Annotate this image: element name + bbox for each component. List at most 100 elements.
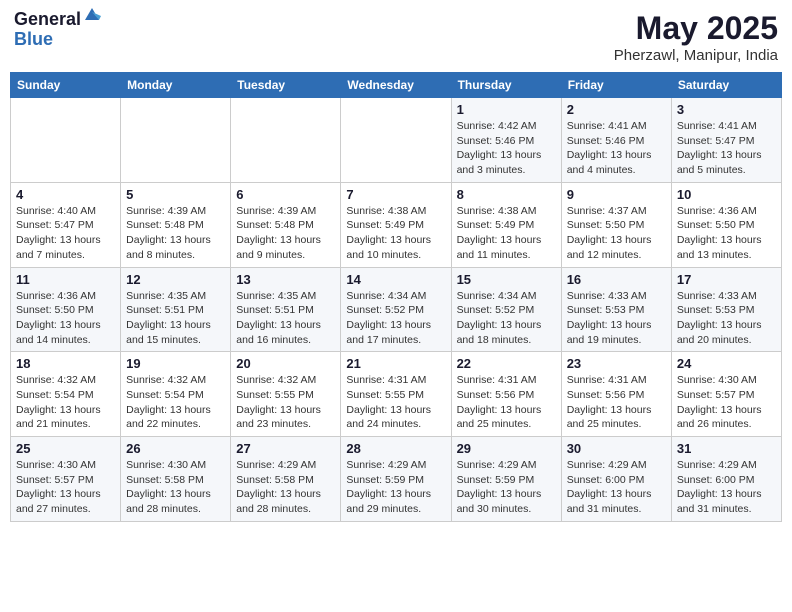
calendar-cell: 15Sunrise: 4:34 AMSunset: 5:52 PMDayligh… (451, 267, 561, 352)
calendar-cell: 24 Sunrise: 4:30 AMSunset: 5:57 PMDayligh… (671, 352, 781, 437)
calendar-cell: 27Sunrise: 4:29 AMSunset: 5:58 PMDayligh… (231, 437, 341, 522)
day-number: 31 (677, 441, 776, 456)
day-info: Sunrise: 4:36 AMSunset: 5:50 PMDaylight:… (16, 289, 115, 348)
calendar-cell: 9Sunrise: 4:37 AMSunset: 5:50 PMDaylight… (561, 182, 671, 267)
day-number: 22 (457, 356, 556, 371)
day-info: Sunrise: 4:38 AMSunset: 5:49 PMDaylight:… (457, 204, 556, 263)
location-title: Pherzawl, Manipur, India (614, 47, 778, 64)
calendar-cell: 20 Sunrise: 4:32 AMSunset: 5:55 PMDayligh… (231, 352, 341, 437)
title-block: May 2025 Pherzawl, Manipur, India (614, 10, 778, 64)
logo-icon (83, 6, 101, 24)
calendar-cell (231, 98, 341, 183)
day-number: 13 (236, 272, 335, 287)
day-number: 4 (16, 187, 115, 202)
day-number: 10 (677, 187, 776, 202)
day-info: Sunrise: 4:33 AMSunset: 5:53 PMDaylight:… (567, 289, 666, 348)
day-info: Sunrise: 4:29 AMSunset: 5:58 PMDaylight:… (236, 458, 335, 517)
calendar-cell: 21Sunrise: 4:31 AMSunset: 5:55 PMDayligh… (341, 352, 451, 437)
day-info: Sunrise: 4:35 AMSunset: 5:51 PMDaylight:… (236, 289, 335, 348)
day-number: 25 (16, 441, 115, 456)
day-info: Sunrise: 4:31 AMSunset: 5:56 PMDaylight:… (567, 373, 666, 432)
weekday-header-tuesday: Tuesday (231, 73, 341, 98)
day-number: 3 (677, 102, 776, 117)
day-info: Sunrise: 4:34 AMSunset: 5:52 PMDaylight:… (346, 289, 445, 348)
weekday-header-row: SundayMondayTuesdayWednesdayThursdayFrid… (11, 73, 782, 98)
calendar-cell: 8 Sunrise: 4:38 AMSunset: 5:49 PMDaylight… (451, 182, 561, 267)
day-info: Sunrise: 4:36 AMSunset: 5:50 PMDaylight:… (677, 204, 776, 263)
day-number: 18 (16, 356, 115, 371)
day-info: Sunrise: 4:32 AMSunset: 5:54 PMDaylight:… (126, 373, 225, 432)
calendar-cell: 19 Sunrise: 4:32 AMSunset: 5:54 PMDayligh… (121, 352, 231, 437)
day-info: Sunrise: 4:29 AMSunset: 6:00 PMDaylight:… (677, 458, 776, 517)
calendar-cell: 16 Sunrise: 4:33 AMSunset: 5:53 PMDayligh… (561, 267, 671, 352)
month-title: May 2025 (614, 10, 778, 47)
day-number: 23 (567, 356, 666, 371)
calendar-table: SundayMondayTuesdayWednesdayThursdayFrid… (10, 72, 782, 522)
day-number: 9 (567, 187, 666, 202)
calendar-cell: 6Sunrise: 4:39 AMSunset: 5:48 PMDaylight… (231, 182, 341, 267)
calendar-cell: 22Sunrise: 4:31 AMSunset: 5:56 PMDayligh… (451, 352, 561, 437)
day-info: Sunrise: 4:35 AMSunset: 5:51 PMDaylight:… (126, 289, 225, 348)
day-info: Sunrise: 4:39 AMSunset: 5:48 PMDaylight:… (126, 204, 225, 263)
day-number: 16 (567, 272, 666, 287)
calendar-cell (121, 98, 231, 183)
weekday-header-thursday: Thursday (451, 73, 561, 98)
calendar-cell: 2 Sunrise: 4:41 AMSunset: 5:46 PMDaylight… (561, 98, 671, 183)
day-number: 1 (457, 102, 556, 117)
day-number: 17 (677, 272, 776, 287)
day-number: 7 (346, 187, 445, 202)
day-number: 28 (346, 441, 445, 456)
calendar-cell (341, 98, 451, 183)
weekday-header-saturday: Saturday (671, 73, 781, 98)
weekday-header-wednesday: Wednesday (341, 73, 451, 98)
calendar-cell: 18 Sunrise: 4:32 AMSunset: 5:54 PMDayligh… (11, 352, 121, 437)
day-info: Sunrise: 4:42 AMSunset: 5:46 PMDaylight:… (457, 119, 556, 178)
day-number: 11 (16, 272, 115, 287)
calendar-cell: 25 Sunrise: 4:30 AMSunset: 5:57 PMDayligh… (11, 437, 121, 522)
calendar-cell: 31 Sunrise: 4:29 AMSunset: 6:00 PMDayligh… (671, 437, 781, 522)
day-info: Sunrise: 4:30 AMSunset: 5:57 PMDaylight:… (677, 373, 776, 432)
page-header: General Blue May 2025 Pherzawl, Manipur,… (10, 10, 782, 64)
day-info: Sunrise: 4:32 AMSunset: 5:54 PMDaylight:… (16, 373, 115, 432)
calendar-cell: 1 Sunrise: 4:42 AMSunset: 5:46 PMDaylight… (451, 98, 561, 183)
day-number: 12 (126, 272, 225, 287)
calendar-cell: 3Sunrise: 4:41 AMSunset: 5:47 PMDaylight… (671, 98, 781, 183)
weekday-header-sunday: Sunday (11, 73, 121, 98)
day-number: 8 (457, 187, 556, 202)
day-number: 30 (567, 441, 666, 456)
calendar-cell: 29Sunrise: 4:29 AMSunset: 5:59 PMDayligh… (451, 437, 561, 522)
day-number: 29 (457, 441, 556, 456)
calendar-cell: 23 Sunrise: 4:31 AMSunset: 5:56 PMDayligh… (561, 352, 671, 437)
calendar-week-2: 4 Sunrise: 4:40 AMSunset: 5:47 PMDaylight… (11, 182, 782, 267)
calendar-cell: 4 Sunrise: 4:40 AMSunset: 5:47 PMDaylight… (11, 182, 121, 267)
calendar-cell (11, 98, 121, 183)
day-info: Sunrise: 4:29 AMSunset: 6:00 PMDaylight:… (567, 458, 666, 517)
calendar-week-5: 25 Sunrise: 4:30 AMSunset: 5:57 PMDayligh… (11, 437, 782, 522)
calendar-week-1: 1 Sunrise: 4:42 AMSunset: 5:46 PMDaylight… (11, 98, 782, 183)
day-info: Sunrise: 4:39 AMSunset: 5:48 PMDaylight:… (236, 204, 335, 263)
calendar-cell: 11 Sunrise: 4:36 AMSunset: 5:50 PMDayligh… (11, 267, 121, 352)
calendar-cell: 26Sunrise: 4:30 AMSunset: 5:58 PMDayligh… (121, 437, 231, 522)
day-number: 19 (126, 356, 225, 371)
day-info: Sunrise: 4:41 AMSunset: 5:46 PMDaylight:… (567, 119, 666, 178)
day-number: 21 (346, 356, 445, 371)
calendar-cell: 17Sunrise: 4:33 AMSunset: 5:53 PMDayligh… (671, 267, 781, 352)
day-info: Sunrise: 4:30 AMSunset: 5:57 PMDaylight:… (16, 458, 115, 517)
calendar-cell: 7Sunrise: 4:38 AMSunset: 5:49 PMDaylight… (341, 182, 451, 267)
day-info: Sunrise: 4:34 AMSunset: 5:52 PMDaylight:… (457, 289, 556, 348)
calendar-cell: 5Sunrise: 4:39 AMSunset: 5:48 PMDaylight… (121, 182, 231, 267)
calendar-week-4: 18 Sunrise: 4:32 AMSunset: 5:54 PMDayligh… (11, 352, 782, 437)
day-number: 24 (677, 356, 776, 371)
calendar-cell: 10 Sunrise: 4:36 AMSunset: 5:50 PMDayligh… (671, 182, 781, 267)
calendar-cell: 30 Sunrise: 4:29 AMSunset: 6:00 PMDayligh… (561, 437, 671, 522)
day-number: 2 (567, 102, 666, 117)
day-info: Sunrise: 4:40 AMSunset: 5:47 PMDaylight:… (16, 204, 115, 263)
logo-blue-text: Blue (14, 30, 101, 50)
logo: General Blue (14, 10, 101, 50)
weekday-header-friday: Friday (561, 73, 671, 98)
day-number: 20 (236, 356, 335, 371)
logo-general-text: General (14, 10, 81, 30)
calendar-cell: 12 Sunrise: 4:35 AMSunset: 5:51 PMDayligh… (121, 267, 231, 352)
day-info: Sunrise: 4:32 AMSunset: 5:55 PMDaylight:… (236, 373, 335, 432)
day-number: 26 (126, 441, 225, 456)
